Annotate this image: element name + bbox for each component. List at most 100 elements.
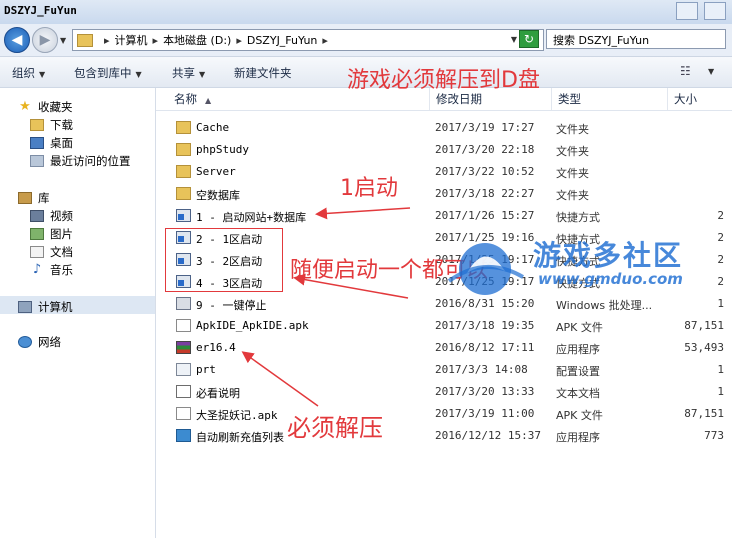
refresh-icon: ↻ <box>523 32 535 46</box>
search-input[interactable]: 搜索 DSZYJ_FuYun <box>546 29 726 49</box>
sidebar-label: 计算机 <box>38 300 73 314</box>
text-icon <box>176 385 191 398</box>
organize-label: 组织 <box>12 66 35 80</box>
share-button[interactable]: 共享 ▼ <box>172 65 205 81</box>
chevron-right-icon[interactable]: ▸ <box>236 34 242 47</box>
file-row[interactable]: er16.4 2016/8/12 17:11 应用程序 53,493 <box>156 337 732 359</box>
new-folder-button[interactable]: 新建文件夹 <box>234 65 292 81</box>
file-date: 2017/3/20 13:33 <box>435 385 535 398</box>
file-row[interactable]: prt 2017/3/3 14:08 配置设置 1 <box>156 359 732 381</box>
sidebar-item-network[interactable]: 网络 <box>18 334 61 350</box>
document-icon <box>30 246 44 258</box>
file-date: 2017/3/20 22:18 <box>435 143 535 156</box>
file-row[interactable]: ApkIDE_ApkIDE.apk 2017/3/18 19:35 APK 文件 87… <box>156 315 732 337</box>
column-label: 类型 <box>558 92 581 106</box>
breadcrumb-folder[interactable]: DSZYJ_FuYun <box>247 34 318 47</box>
minimize-button[interactable] <box>676 2 698 20</box>
sidebar-label: 音乐 <box>50 263 73 277</box>
maximize-button[interactable] <box>704 2 726 20</box>
title-bar: DSZYJ_FuYun <box>0 0 732 25</box>
refresh-button[interactable]: ↻ <box>519 30 539 48</box>
sidebar-item-videos[interactable]: 视频 <box>30 208 73 224</box>
organize-button[interactable]: 组织 ▼ <box>12 65 45 81</box>
batch-icon <box>176 297 191 310</box>
chevron-right-icon[interactable]: ▸ <box>322 34 328 47</box>
annotation-unzip-to-d: 游戏必须解压到D盘 <box>347 68 540 93</box>
chevron-down-icon[interactable]: ▼ <box>708 67 714 76</box>
chevron-right-icon[interactable]: ▸ <box>153 34 159 47</box>
sidebar-item-favorites[interactable]: ★ 收藏夹 <box>18 99 72 115</box>
arrow-left-icon: ◀ <box>11 32 23 48</box>
column-label: 大小 <box>674 92 697 106</box>
folder-icon <box>176 187 191 200</box>
file-date: 2016/8/12 17:11 <box>435 341 535 354</box>
sidebar-item-desktop[interactable]: 桌面 <box>30 135 73 151</box>
sidebar-label: 图片 <box>50 227 73 241</box>
file-size: 1 <box>717 297 724 310</box>
file-type: Windows 批处理... <box>556 299 653 312</box>
sidebar-item-libraries[interactable]: 库 <box>18 190 50 206</box>
file-size: 1 <box>717 363 724 376</box>
file-type: 快捷方式 <box>556 211 600 224</box>
window-controls <box>676 2 726 20</box>
chevron-down-icon: ▼ <box>39 70 46 79</box>
shortcut-icon <box>176 209 191 222</box>
file-row[interactable]: 自动刷新充值列表 2016/12/12 15:37 应用程序 773 <box>156 425 732 447</box>
downloads-folder-icon <box>30 119 44 131</box>
address-bar[interactable]: ▸ 计算机 ▸ 本地磁盘 (D:) ▸ DSZYJ_FuYun ▸ ▼ <box>72 29 544 51</box>
highlight-box <box>165 228 283 292</box>
history-dropdown-icon[interactable]: ▼ <box>60 36 66 45</box>
file-size: 53,493 <box>684 341 724 354</box>
sidebar-item-recent[interactable]: 最近访问的位置 <box>30 153 131 169</box>
sidebar-label: 视频 <box>50 209 73 223</box>
chevron-right-icon: ▸ <box>104 33 110 47</box>
column-header-size[interactable]: 大小 <box>668 88 732 110</box>
file-row[interactable]: 大圣捉妖记.apk 2017/3/19 11:00 APK 文件 87,151 <box>156 403 732 425</box>
sidebar-item-computer[interactable]: 计算机 <box>18 299 73 315</box>
breadcrumb-computer[interactable]: 计算机 <box>115 32 148 48</box>
sidebar-item-documents[interactable]: 文档 <box>30 244 73 260</box>
column-header-type[interactable]: 类型 <box>552 88 668 110</box>
music-icon: ♪ <box>32 262 42 277</box>
file-name: 必看说明 <box>196 387 240 400</box>
file-row[interactable]: Cache 2017/3/19 17:27 文件夹 <box>156 117 732 139</box>
file-date: 2017/3/22 10:52 <box>435 165 535 178</box>
file-size: 1 <box>717 385 724 398</box>
column-label: 名称 <box>174 92 197 106</box>
file-size: 2 <box>717 209 724 222</box>
sidebar-label: 最近访问的位置 <box>50 154 131 168</box>
file-date: 2017/3/3 14:08 <box>435 363 528 376</box>
file-row[interactable]: 空数据库 2017/3/18 22:27 文件夹 <box>156 183 732 205</box>
file-row[interactable]: Server 2017/3/22 10:52 文件夹 <box>156 161 732 183</box>
sidebar-label: 桌面 <box>50 136 73 150</box>
file-row[interactable]: 必看说明 2017/3/20 13:33 文本文档 1 <box>156 381 732 403</box>
annotation-must-unzip: 必须解压 <box>287 414 383 442</box>
file-size: 2 <box>717 253 724 266</box>
breadcrumb-drive[interactable]: 本地磁盘 (D:) <box>163 32 231 48</box>
library-icon <box>18 192 32 204</box>
network-icon <box>18 336 32 348</box>
video-icon <box>30 210 44 222</box>
file-date: 2017/1/26 15:27 <box>435 209 535 222</box>
sidebar-item-pictures[interactable]: 图片 <box>30 226 73 242</box>
sidebar-item-music[interactable]: ♪ 音乐 <box>30 262 73 278</box>
file-type: 文件夹 <box>556 167 589 180</box>
file-type: 文件夹 <box>556 123 589 136</box>
config-icon <box>176 363 191 376</box>
file-row[interactable]: 1 - 启动网站+数据库 2017/1/26 15:27 快捷方式 2 <box>156 205 732 227</box>
file-date: 2016/12/12 15:37 <box>435 429 541 442</box>
address-dropdown-icon[interactable]: ▼ <box>511 35 517 44</box>
file-type: 文件夹 <box>556 189 589 202</box>
sidebar-item-downloads[interactable]: 下载 <box>30 117 73 133</box>
back-button[interactable]: ◀ <box>4 27 30 53</box>
file-row[interactable]: phpStudy 2017/3/20 22:18 文件夹 <box>156 139 732 161</box>
chevron-down-icon: ▼ <box>135 70 142 79</box>
sidebar-label: 库 <box>38 191 50 205</box>
file-size: 2 <box>717 231 724 244</box>
include-library-button[interactable]: 包含到库中 ▼ <box>74 65 142 81</box>
winrar-icon <box>176 341 191 354</box>
file-name: Cache <box>196 121 230 134</box>
view-options-icon[interactable]: ☷ <box>680 64 691 78</box>
forward-button[interactable]: ▶ <box>32 27 58 53</box>
file-row[interactable]: 9 - 一键停止 2016/8/31 15:20 Windows 批处理... 1 <box>156 293 732 315</box>
